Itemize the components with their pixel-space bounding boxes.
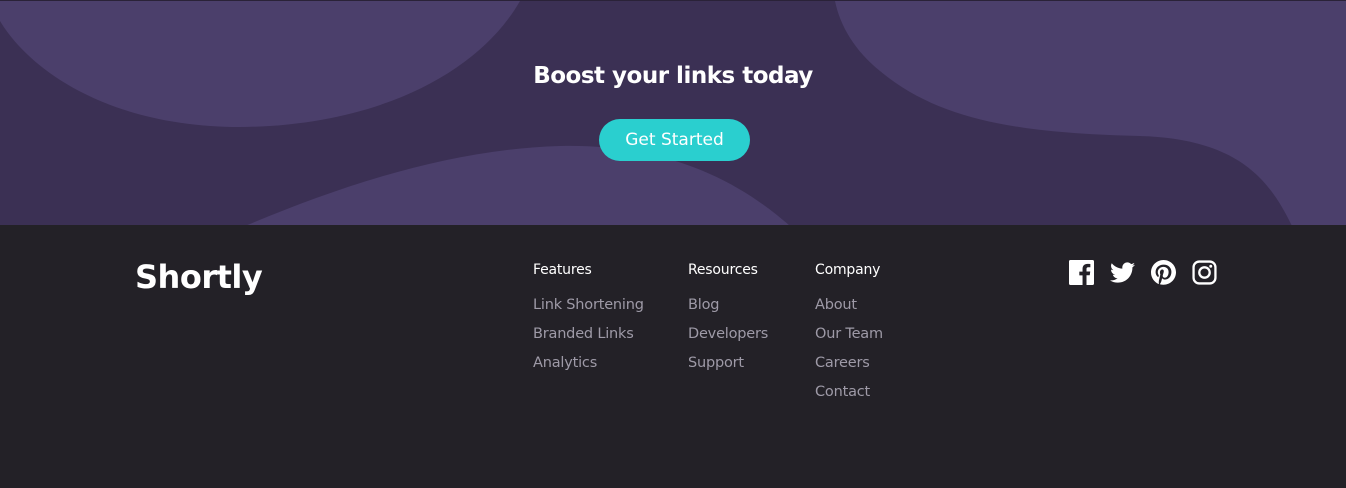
get-started-button[interactable]: Get Started (599, 119, 750, 161)
column-heading-resources: Resources (688, 262, 758, 278)
footer: Shortly Features Link Shortening Branded… (0, 225, 1346, 488)
footer-link-our-team[interactable]: Our Team (815, 325, 883, 343)
footer-link-support[interactable]: Support (688, 354, 768, 372)
footer-link-developers[interactable]: Developers (688, 325, 768, 343)
footer-link-blog[interactable]: Blog (688, 296, 768, 314)
footer-link-branded-links[interactable]: Branded Links (533, 325, 644, 343)
footer-link-about[interactable]: About (815, 296, 883, 314)
footer-column-resources: Resources Blog Developers Support (688, 262, 768, 383)
footer-link-analytics[interactable]: Analytics (533, 354, 644, 372)
boost-section: Boost your links today Get Started (0, 0, 1346, 225)
footer-logo[interactable]: Shortly (135, 258, 263, 296)
footer-column-features: Features Link Shortening Branded Links A… (533, 262, 644, 383)
twitter-icon[interactable] (1110, 260, 1135, 285)
column-heading-company: Company (815, 262, 881, 278)
pinterest-icon[interactable] (1151, 260, 1176, 285)
instagram-icon[interactable] (1192, 260, 1217, 285)
footer-link-contact[interactable]: Contact (815, 383, 883, 401)
background-shapes (0, 1, 1346, 225)
social-links (1069, 260, 1217, 285)
facebook-icon[interactable] (1069, 260, 1094, 285)
footer-link-link-shortening[interactable]: Link Shortening (533, 296, 644, 314)
boost-title: Boost your links today (533, 63, 813, 89)
column-heading-features: Features (533, 262, 592, 278)
footer-link-careers[interactable]: Careers (815, 354, 883, 372)
footer-column-company: Company About Our Team Careers Contact (815, 262, 883, 412)
